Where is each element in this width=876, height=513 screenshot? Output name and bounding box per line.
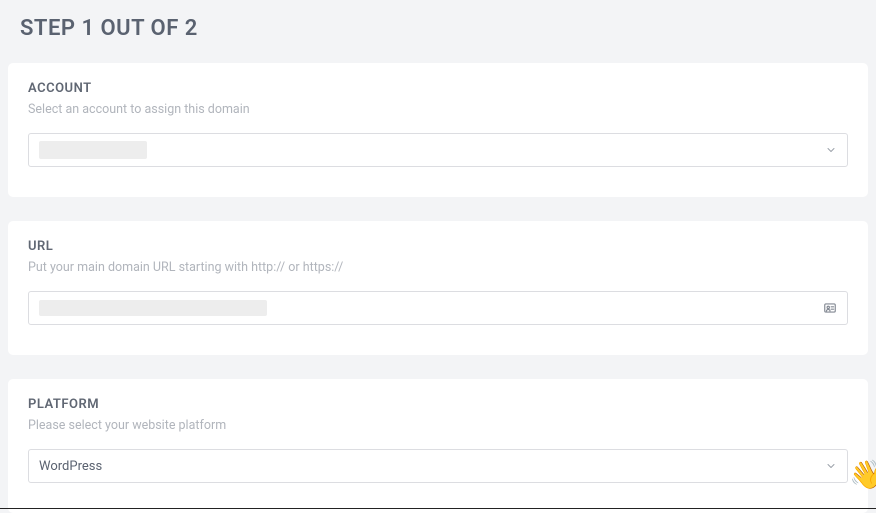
chevron-down-icon	[825, 144, 837, 156]
helper-wave-icon[interactable]: 👋	[849, 461, 876, 489]
account-title: ACCOUNT	[28, 81, 848, 96]
platform-dropdown[interactable]: WordPress	[28, 449, 848, 483]
account-selected-placeholder	[39, 141, 147, 159]
platform-card: PLATFORM Please select your website plat…	[8, 379, 868, 513]
url-field[interactable]	[28, 291, 848, 325]
platform-description: Please select your website platform	[28, 418, 848, 433]
account-description: Select an account to assign this domain	[28, 102, 848, 117]
url-title: URL	[28, 239, 848, 254]
url-card: URL Put your main domain URL starting wi…	[8, 221, 868, 355]
step-title: STEP 1 OUT OF 2	[0, 0, 876, 53]
account-dropdown[interactable]	[28, 133, 848, 167]
url-input[interactable]	[267, 300, 823, 315]
platform-title: PLATFORM	[28, 397, 848, 412]
chevron-down-icon	[825, 460, 837, 472]
url-description: Put your main domain URL starting with h…	[28, 260, 848, 275]
platform-selected-value: WordPress	[39, 459, 102, 474]
contact-card-icon	[823, 301, 837, 315]
url-value-placeholder	[39, 300, 267, 316]
account-card: ACCOUNT Select an account to assign this…	[8, 63, 868, 197]
